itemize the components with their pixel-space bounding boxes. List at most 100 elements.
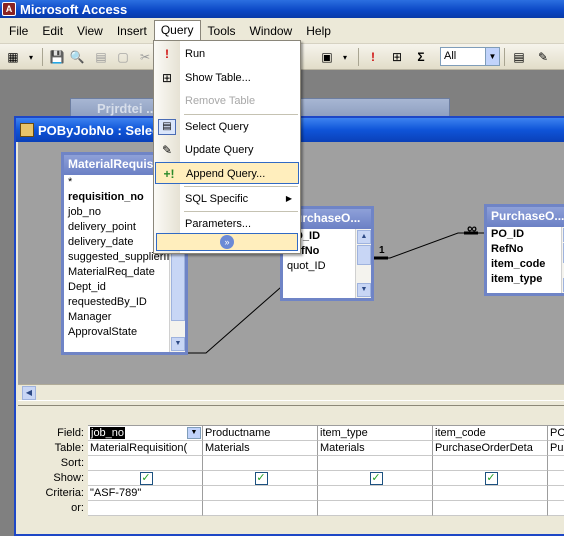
- menu-item-run[interactable]: ! Run: [154, 43, 300, 65]
- app-title-bar: A Microsoft Access: [0, 0, 564, 18]
- view-dropdown-icon[interactable]: ▾: [22, 48, 40, 66]
- field-item[interactable]: item_type: [487, 272, 561, 287]
- query-type-icon[interactable]: ▣: [318, 48, 336, 66]
- grid-or-cell[interactable]: [203, 501, 318, 516]
- show-table-icon[interactable]: ⊞: [388, 48, 406, 66]
- grid-or-cell[interactable]: [88, 501, 203, 516]
- field-item[interactable]: MaterialReq_date: [64, 265, 169, 280]
- grid-or-cell[interactable]: [318, 501, 433, 516]
- grid-criteria-cell[interactable]: [203, 486, 318, 501]
- menu-item-sql-specific[interactable]: SQL Specific ▶: [154, 188, 300, 210]
- query-menu-dropdown: ! Run ⊞ Show Table... Remove Table ▤ Sel…: [153, 40, 301, 254]
- field-item[interactable]: quot_ID: [283, 259, 355, 274]
- grid-field-value: job_no: [90, 427, 126, 439]
- print-icon[interactable]: ▤: [92, 48, 110, 66]
- scroll-thumb[interactable]: [357, 245, 371, 265]
- grid-field-cell[interactable]: job_no ▼: [88, 426, 203, 441]
- app-title: Microsoft Access: [20, 1, 128, 17]
- scroll-down-icon[interactable]: ▼: [171, 337, 185, 351]
- grid-table-cell[interactable]: Materials: [203, 441, 318, 456]
- menu-insert[interactable]: Insert: [110, 21, 154, 41]
- top-values-value: All: [444, 50, 457, 62]
- menu-window[interactable]: Window: [243, 21, 300, 41]
- show-checkbox[interactable]: ✓: [254, 472, 268, 485]
- menu-separator: [184, 211, 298, 212]
- grid-or-cell[interactable]: [433, 501, 548, 516]
- grid-sort-cell[interactable]: [548, 456, 564, 471]
- grid-table-cell[interactable]: Materials: [318, 441, 433, 456]
- scroll-down-icon[interactable]: ▼: [357, 283, 371, 297]
- grid-row-label-criteria: Criteria:: [45, 487, 84, 499]
- field-item[interactable]: ApprovalState: [64, 325, 169, 340]
- grid-sort-cell[interactable]: [318, 456, 433, 471]
- menu-tools[interactable]: Tools: [201, 21, 243, 41]
- grid-criteria-cell[interactable]: "ASF-789": [88, 486, 203, 501]
- grid-column-selectors[interactable]: [88, 418, 564, 426]
- grid-show-cell[interactable]: ✓: [433, 471, 548, 486]
- field-item[interactable]: PO_ID: [487, 227, 561, 242]
- grid-field-cell[interactable]: Productname: [203, 426, 318, 441]
- menu-edit[interactable]: Edit: [35, 21, 70, 41]
- submenu-arrow-icon: ▶: [285, 194, 292, 203]
- show-table-icon: ⊞: [161, 71, 173, 85]
- grid-field-cell[interactable]: item_type: [318, 426, 433, 441]
- grid-field-cell[interactable]: PO: [548, 426, 564, 441]
- grid-sort-cell[interactable]: [203, 456, 318, 471]
- grid-criteria-cell[interactable]: [548, 486, 564, 501]
- field-scrollbar[interactable]: ▲ ▼: [355, 229, 371, 298]
- table-pane-hscrollbar[interactable]: ◀: [18, 384, 564, 400]
- grid-criteria-cell[interactable]: [318, 486, 433, 501]
- grid-show-cell[interactable]: [548, 471, 564, 486]
- grid-show-cell[interactable]: ✓: [318, 471, 433, 486]
- access-key-icon: A: [2, 2, 16, 16]
- chevron-down-icon[interactable]: ▼: [485, 48, 499, 65]
- menu-separator: [184, 114, 298, 115]
- menu-item-update-query[interactable]: ✎ Update Query: [154, 139, 300, 161]
- menu-item-show-table[interactable]: ⊞ Show Table...: [154, 67, 300, 89]
- grid-row-label-show: Show:: [53, 472, 84, 484]
- totals-icon[interactable]: Σ: [412, 48, 430, 66]
- scroll-up-icon[interactable]: ▲: [357, 230, 371, 244]
- field-item[interactable]: requestedBy_ID: [64, 295, 169, 310]
- menu-item-append-query[interactable]: +! Append Query...: [155, 162, 299, 184]
- query-type-dropdown-icon[interactable]: ▾: [336, 48, 354, 66]
- properties-icon[interactable]: ▤: [510, 48, 528, 66]
- grid-table-cell[interactable]: MaterialRequisition(: [88, 441, 203, 456]
- search-icon[interactable]: 🔍: [68, 48, 86, 66]
- grid-show-cell[interactable]: ✓: [203, 471, 318, 486]
- menu-expand-button[interactable]: »: [156, 233, 298, 251]
- table-purchaseorderdetails[interactable]: PurchaseO... PO_ID RefNo item_code item_…: [484, 204, 564, 296]
- menu-item-parameters[interactable]: Parameters...: [154, 213, 300, 235]
- grid-table-cell[interactable]: Pur: [548, 441, 564, 456]
- view-icon[interactable]: ▦: [4, 48, 22, 66]
- show-checkbox[interactable]: ✓: [484, 472, 498, 485]
- scroll-left-icon[interactable]: ◀: [22, 386, 36, 400]
- menu-view[interactable]: View: [70, 21, 110, 41]
- table-title[interactable]: PurchaseO...: [487, 207, 564, 227]
- save-icon[interactable]: 💾: [48, 48, 66, 66]
- menu-file[interactable]: File: [2, 21, 35, 41]
- field-item[interactable]: item_code: [487, 257, 561, 272]
- cut-icon[interactable]: ✂: [136, 48, 154, 66]
- chevron-down-icon[interactable]: ▼: [187, 427, 201, 439]
- build-icon[interactable]: ✎: [534, 48, 552, 66]
- grid-criteria-cell[interactable]: [433, 486, 548, 501]
- grid-sort-cell[interactable]: [88, 456, 203, 471]
- field-item[interactable]: RefNo: [487, 242, 561, 257]
- grid-table-cell[interactable]: PurchaseOrderDeta: [433, 441, 548, 456]
- grid-or-cell[interactable]: [548, 501, 564, 516]
- run-icon[interactable]: !: [364, 48, 382, 66]
- grid-field-cell[interactable]: item_code: [433, 426, 548, 441]
- menu-help[interactable]: Help: [299, 21, 338, 41]
- design-grid: Field: Table: Sort: Show: Criteria: or: …: [18, 406, 564, 526]
- grid-row-label-or: or:: [71, 502, 84, 514]
- grid-sort-cell[interactable]: [433, 456, 548, 471]
- top-values-combo[interactable]: All ▼: [440, 47, 500, 66]
- field-item[interactable]: Manager: [64, 310, 169, 325]
- preview-icon[interactable]: ▢: [114, 48, 132, 66]
- show-checkbox[interactable]: ✓: [369, 472, 383, 485]
- grid-show-cell[interactable]: ✓: [88, 471, 203, 486]
- show-checkbox[interactable]: ✓: [139, 472, 153, 485]
- field-item[interactable]: Dept_id: [64, 280, 169, 295]
- menu-item-select-query[interactable]: ▤ Select Query: [154, 116, 300, 138]
